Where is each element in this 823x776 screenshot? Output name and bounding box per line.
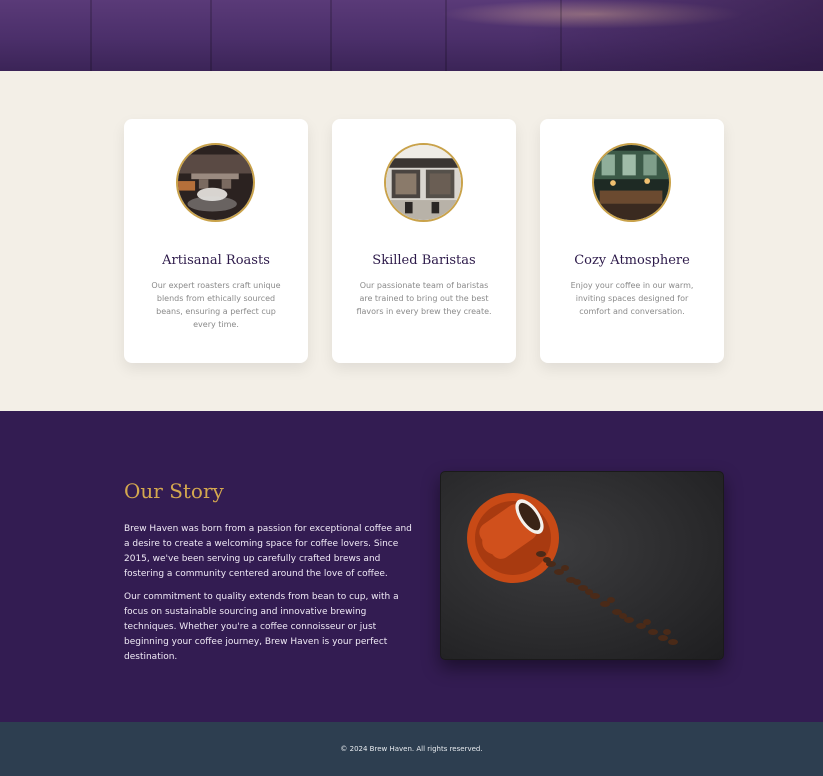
feature-title: Artisanal Roasts	[162, 253, 270, 268]
story-heading: Our Story	[124, 479, 224, 503]
feature-description: Our expert roasters craft unique blends …	[151, 281, 281, 329]
our-story-section: Our Story Brew Haven was born from a pas…	[0, 411, 823, 722]
feature-card-artisanal-roasts: Artisanal Roasts Our expert roasters cra…	[124, 119, 308, 363]
story-paragraph-1: Brew Haven was born from a passion for e…	[124, 524, 412, 579]
feature-title: Skilled Baristas	[372, 253, 476, 268]
feature-title: Cozy Atmosphere	[574, 253, 690, 268]
feature-description: Enjoy your coffee in our warm, inviting …	[570, 281, 694, 316]
feature-description: Our passionate team of baristas are trai…	[356, 281, 492, 316]
espresso-machine-photo	[176, 143, 255, 222]
cafe-storefront-photo	[384, 143, 463, 222]
copyright-text: © 2024 Brew Haven. All rights reserved.	[340, 745, 483, 753]
site-footer: © 2024 Brew Haven. All rights reserved.	[0, 722, 823, 776]
coffee-cup-with-spilled-beans-photo	[440, 471, 724, 660]
features-section: Artisanal Roasts Our expert roasters cra…	[0, 71, 823, 411]
story-paragraph-2: Our commitment to quality extends from b…	[124, 592, 399, 662]
feature-card-cozy-atmosphere: Cozy Atmosphere Enjoy your coffee in our…	[540, 119, 724, 363]
hero-banner-image	[0, 0, 823, 71]
feature-card-skilled-baristas: Skilled Baristas Our passionate team of …	[332, 119, 516, 363]
cafe-interior-photo	[592, 143, 671, 222]
